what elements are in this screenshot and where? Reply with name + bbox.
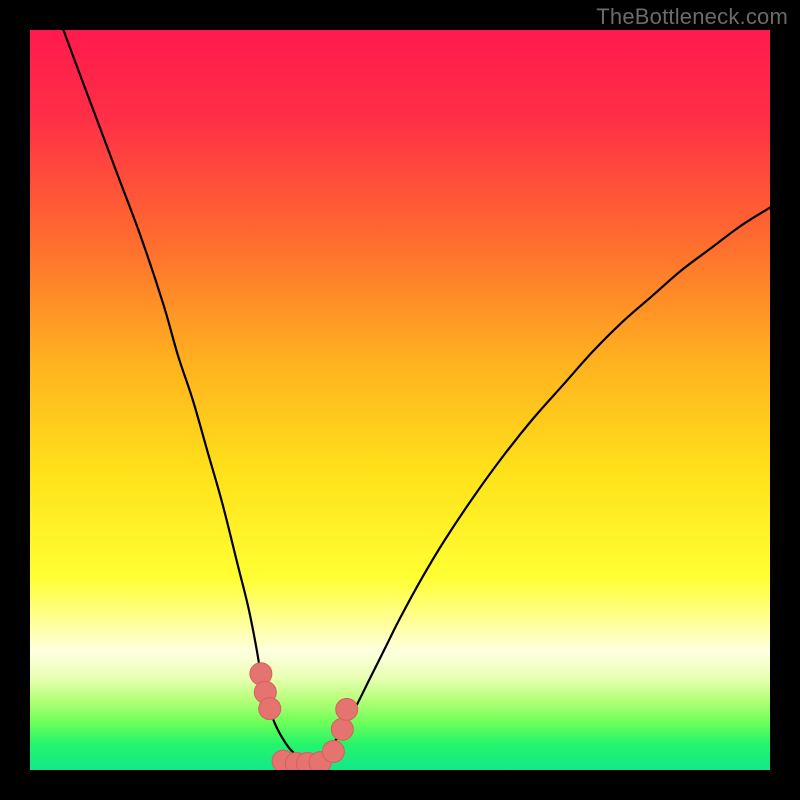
valley-markers-group <box>250 663 358 770</box>
valley-marker <box>322 741 344 763</box>
chart-frame: TheBottleneck.com <box>0 0 800 800</box>
watermark-label: TheBottleneck.com <box>596 4 788 30</box>
valley-marker <box>259 698 281 720</box>
valley-marker <box>336 698 358 720</box>
curve-left-branch <box>30 30 311 763</box>
plot-area <box>30 30 770 770</box>
curve-layer <box>30 30 770 770</box>
curve-right-branch <box>311 208 770 763</box>
valley-marker <box>331 718 353 740</box>
